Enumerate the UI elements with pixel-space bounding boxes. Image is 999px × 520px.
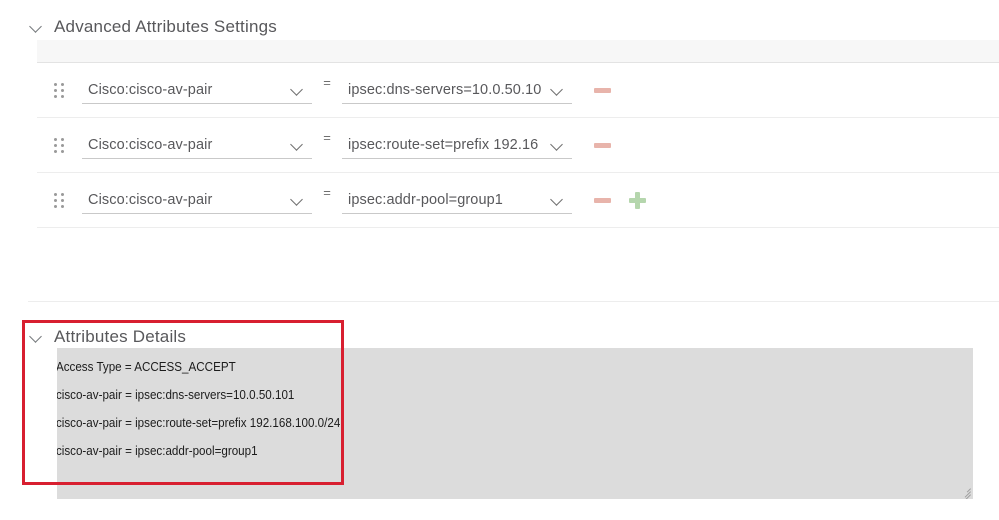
equals-sign: = bbox=[323, 75, 331, 90]
row-actions bbox=[594, 82, 611, 99]
remove-attribute-button[interactable] bbox=[594, 137, 611, 154]
detail-line: cisco-av-pair = ipsec:addr-pool=group1 bbox=[57, 444, 258, 458]
chevron-down-icon[interactable] bbox=[548, 191, 566, 209]
equals-sign: = bbox=[323, 130, 331, 145]
row-actions bbox=[594, 137, 611, 154]
detail-line: Access Type = ACCESS_ACCEPT bbox=[57, 360, 236, 374]
attribute-name-value: Cisco:cisco-av-pair bbox=[88, 81, 213, 98]
chevron-down-icon[interactable] bbox=[288, 136, 306, 154]
section-divider bbox=[28, 301, 999, 302]
detail-line: cisco-av-pair = ipsec:route-set=prefix 1… bbox=[57, 416, 341, 430]
attribute-value-select[interactable]: ipsec:dns-servers=10.0.50.10 bbox=[342, 76, 572, 104]
chevron-down-icon[interactable] bbox=[288, 81, 306, 99]
attribute-name-select[interactable]: Cisco:cisco-av-pair bbox=[82, 131, 312, 159]
table-row: Cisco:cisco-av-pair = ipsec:dns-servers=… bbox=[37, 63, 999, 118]
table-row: Cisco:cisco-av-pair = ipsec:route-set=pr… bbox=[37, 118, 999, 173]
resize-handle-icon[interactable] bbox=[959, 485, 971, 499]
attribute-name-select[interactable]: Cisco:cisco-av-pair bbox=[82, 76, 312, 104]
attributes-details-content: Access Type = ACCESS_ACCEPT cisco-av-pai… bbox=[57, 348, 973, 458]
remove-attribute-button[interactable] bbox=[594, 82, 611, 99]
chevron-down-icon[interactable] bbox=[288, 191, 306, 209]
drag-handle-icon[interactable] bbox=[54, 82, 66, 98]
table-row: Cisco:cisco-av-pair = ipsec:addr-pool=gr… bbox=[37, 173, 999, 228]
chevron-down-icon[interactable] bbox=[30, 20, 44, 34]
attribute-name-select[interactable]: Cisco:cisco-av-pair bbox=[82, 186, 312, 214]
chevron-down-icon[interactable] bbox=[30, 330, 44, 344]
attributes-details-title: Attributes Details bbox=[54, 327, 187, 346]
advanced-attributes-settings-title: Advanced Attributes Settings bbox=[54, 17, 277, 36]
chevron-down-icon[interactable] bbox=[548, 136, 566, 154]
table-header-bar bbox=[37, 40, 999, 63]
attribute-value-select[interactable]: ipsec:addr-pool=group1 bbox=[342, 186, 572, 214]
attribute-value-value: ipsec:addr-pool=group1 bbox=[348, 191, 503, 208]
chevron-down-icon[interactable] bbox=[548, 81, 566, 99]
attribute-value-value: ipsec:dns-servers=10.0.50.10 bbox=[348, 81, 542, 98]
drag-handle-icon[interactable] bbox=[54, 137, 66, 153]
equals-sign: = bbox=[323, 185, 331, 200]
row-actions bbox=[594, 191, 646, 209]
attributes-details-header[interactable]: Attributes Details bbox=[30, 327, 186, 347]
attribute-name-value: Cisco:cisco-av-pair bbox=[88, 136, 213, 153]
detail-line: cisco-av-pair = ipsec:dns-servers=10.0.5… bbox=[57, 388, 295, 402]
attributes-details-textarea[interactable]: Access Type = ACCESS_ACCEPT cisco-av-pai… bbox=[57, 348, 973, 499]
attribute-value-select[interactable]: ipsec:route-set=prefix 192.16 bbox=[342, 131, 572, 159]
add-attribute-button[interactable] bbox=[629, 191, 646, 209]
attributes-table: Cisco:cisco-av-pair = ipsec:dns-servers=… bbox=[37, 40, 999, 228]
attribute-name-value: Cisco:cisco-av-pair bbox=[88, 191, 213, 208]
drag-handle-icon[interactable] bbox=[54, 192, 66, 208]
attribute-value-value: ipsec:route-set=prefix 192.16 bbox=[348, 136, 539, 153]
advanced-attributes-settings-header[interactable]: Advanced Attributes Settings bbox=[30, 17, 277, 37]
remove-attribute-button[interactable] bbox=[594, 192, 611, 209]
